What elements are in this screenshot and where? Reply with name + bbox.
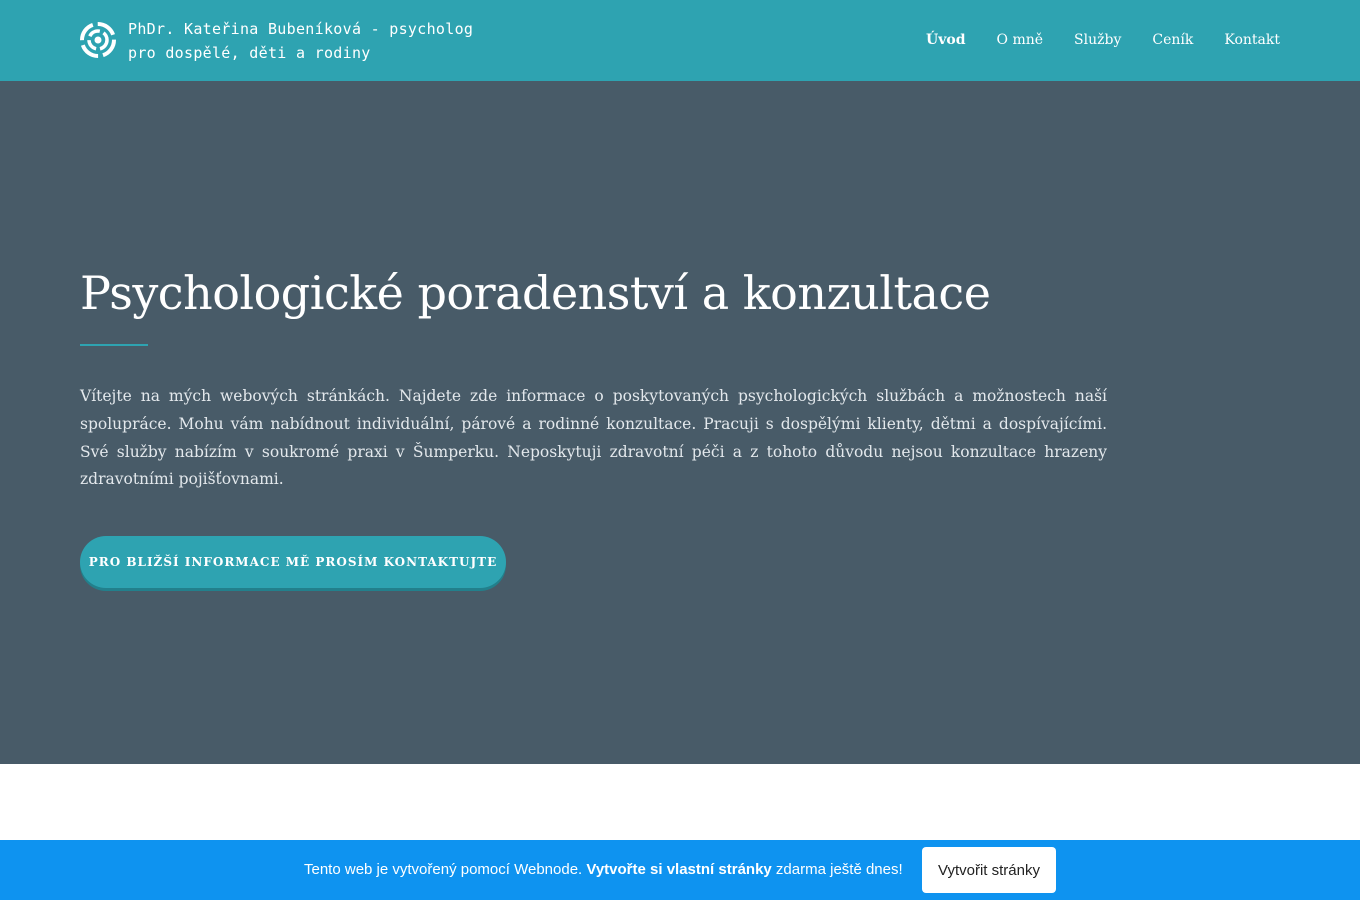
promo-text: Tento web je vytvořený pomocí Webnode. V…: [304, 860, 903, 880]
promo-text-start: Tento web je vytvořený pomocí Webnode.: [304, 861, 587, 878]
nav-item-o-mne[interactable]: O mně: [997, 30, 1044, 50]
brand-name: PhDr. Kateřina Bubeníková - psycholog: [128, 20, 474, 38]
brand-tagline: pro dospělé, děti a rodiny: [128, 44, 371, 62]
hero-intro-text: Vítejte na mých webových stránkách. Najd…: [80, 387, 1107, 489]
nav-item-kontakt[interactable]: Kontakt: [1224, 30, 1280, 50]
main-nav: Úvod O mně Služby Ceník Kontakt: [926, 30, 1280, 50]
create-site-button[interactable]: Vytvořit stránky: [922, 847, 1056, 893]
swirl-logo-icon[interactable]: [80, 22, 116, 58]
promo-text-bold[interactable]: Vytvořte si vlastní stránky: [586, 861, 771, 878]
nav-item-cenik[interactable]: Ceník: [1152, 30, 1193, 50]
contact-cta-button[interactable]: PRO BLIŽŠÍ INFORMACE MĚ PROSÍM KONTAKTUJ…: [80, 536, 506, 588]
hero-title: Psychologické poradenství a konzultace: [80, 266, 991, 320]
title-divider: [80, 344, 148, 346]
nav-item-sluzby[interactable]: Služby: [1074, 30, 1121, 50]
hero-section: Psychologické poradenství a konzultace V…: [0, 81, 1360, 764]
site-header: PhDr. Kateřina Bubeníková - psycholog pr…: [0, 0, 1360, 81]
site-brand[interactable]: PhDr. Kateřina Bubeníková - psycholog pr…: [128, 17, 473, 65]
nav-item-uvod[interactable]: Úvod: [926, 30, 965, 50]
promo-text-end: zdarma ještě dnes!: [771, 861, 903, 878]
webnode-promo-banner: Tento web je vytvořený pomocí Webnode. V…: [0, 840, 1360, 900]
